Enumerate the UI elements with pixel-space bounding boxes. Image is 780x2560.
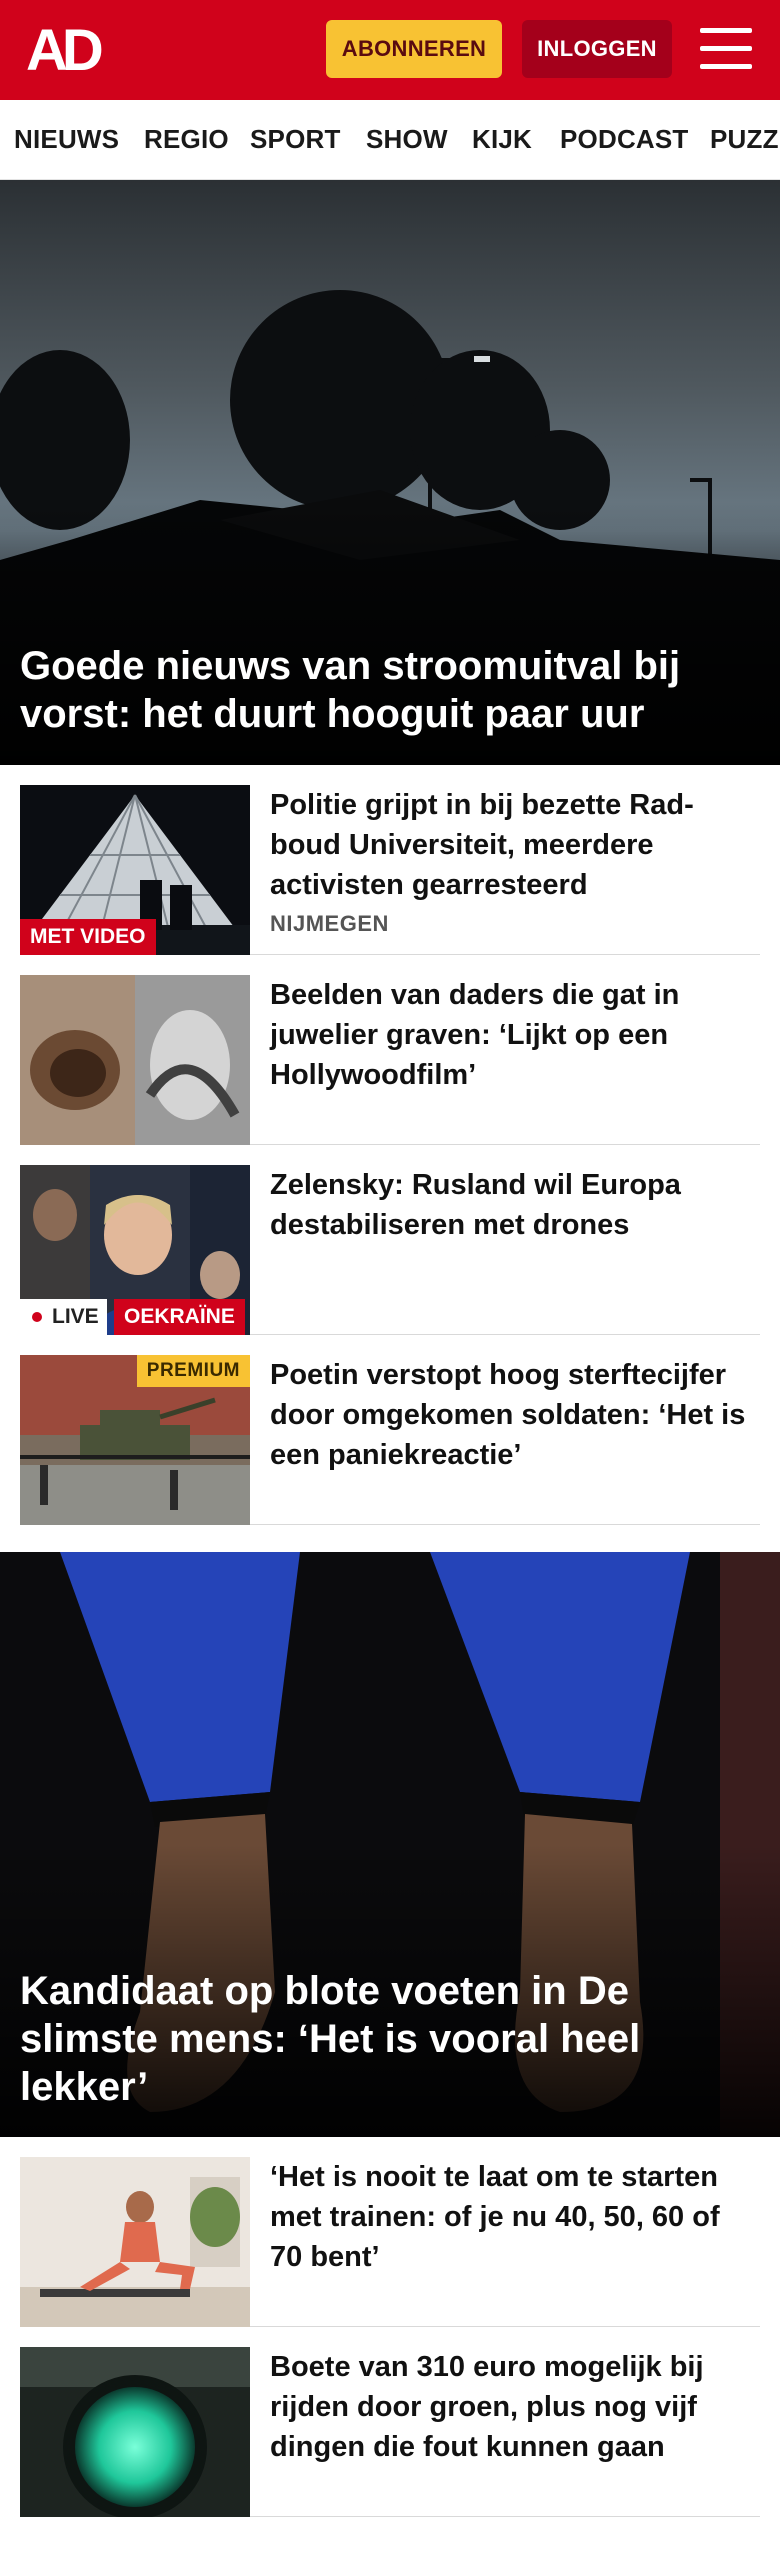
article-thumbnail <box>20 975 250 1145</box>
menu-icon[interactable] <box>700 26 752 72</box>
live-dot-icon <box>32 1312 42 1322</box>
article-item[interactable]: PREMIUM Poetin verstopt hoog sterftecij­… <box>20 1335 760 1525</box>
article-location: NIJMEGEN <box>270 911 389 936</box>
nav-item-nieuws[interactable]: NIEUWS <box>14 124 119 155</box>
article-thumbnail <box>20 2157 250 2327</box>
topic-badge: OEKRAÏNE <box>114 1299 245 1335</box>
hero-headline[interactable]: Goede nieuws van stroomuitval bij vorst:… <box>20 642 750 738</box>
article-item[interactable]: MET VIDEO Politie grijpt in bij bezette … <box>20 765 760 955</box>
login-button[interactable]: INLOGGEN <box>522 20 672 78</box>
article-item[interactable]: ‘Het is nooit te laat om te starten met … <box>20 2137 760 2327</box>
nav-item-kijk[interactable]: KIJK <box>472 124 532 155</box>
premium-badge: PREMIUM <box>136 1355 250 1387</box>
live-badge: LIVE <box>20 1299 107 1335</box>
subscribe-button[interactable]: ABONNEREN <box>326 20 502 78</box>
hero-article-slimste-mens[interactable]: Kandidaat op blote voeten in De slimste … <box>0 1552 780 2137</box>
article-title[interactable]: ‘Het is nooit te laat om te starten met … <box>270 2157 750 2277</box>
top-bar: AD ABONNEREN INLOGGEN <box>0 0 780 100</box>
article-item[interactable]: Beelden van daders die gat in juwelier g… <box>20 955 760 1145</box>
nav-item-puzzel[interactable]: PUZZ <box>710 124 779 155</box>
ad-logo[interactable]: AD <box>26 22 114 78</box>
section-nav: NIEUWS REGIO SPORT SHOW KIJK PODCAST PUZ… <box>0 100 780 180</box>
nav-item-podcast[interactable]: PODCAST <box>560 124 689 155</box>
nav-item-regio[interactable]: REGIO <box>144 124 229 155</box>
nav-item-sport[interactable]: SPORT <box>250 124 341 155</box>
article-title[interactable]: Politie grijpt in bij bezette Rad­boud U… <box>270 785 750 905</box>
article-thumbnail: MET VIDEO <box>20 785 250 955</box>
logo-text: AD <box>26 22 102 78</box>
article-item[interactable]: LIVE OEKRAÏNE Zelensky: Rusland wil Euro… <box>20 1145 760 1335</box>
article-title[interactable]: Zelensky: Rusland wil Europa destabilise… <box>270 1165 750 1245</box>
article-thumbnail <box>20 2347 250 2517</box>
hero-headline[interactable]: Kandidaat op blote voeten in De slimste … <box>20 1967 750 2111</box>
article-thumbnail: LIVE OEKRAÏNE <box>20 1165 250 1335</box>
article-title[interactable]: Beelden van daders die gat in juwelier g… <box>270 975 750 1095</box>
article-thumbnail: PREMIUM <box>20 1355 250 1525</box>
article-item[interactable]: Boete van 310 euro mogelijk bij rijden d… <box>20 2327 760 2517</box>
article-title[interactable]: Poetin verstopt hoog sterftecij­fer door… <box>270 1355 750 1475</box>
video-badge: MET VIDEO <box>20 919 156 955</box>
hero-article-power-outage[interactable]: Goede nieuws van stroomuitval bij vorst:… <box>0 180 780 765</box>
nav-item-show[interactable]: SHOW <box>366 124 448 155</box>
article-title[interactable]: Boete van 310 euro mogelijk bij rijden d… <box>270 2347 750 2467</box>
